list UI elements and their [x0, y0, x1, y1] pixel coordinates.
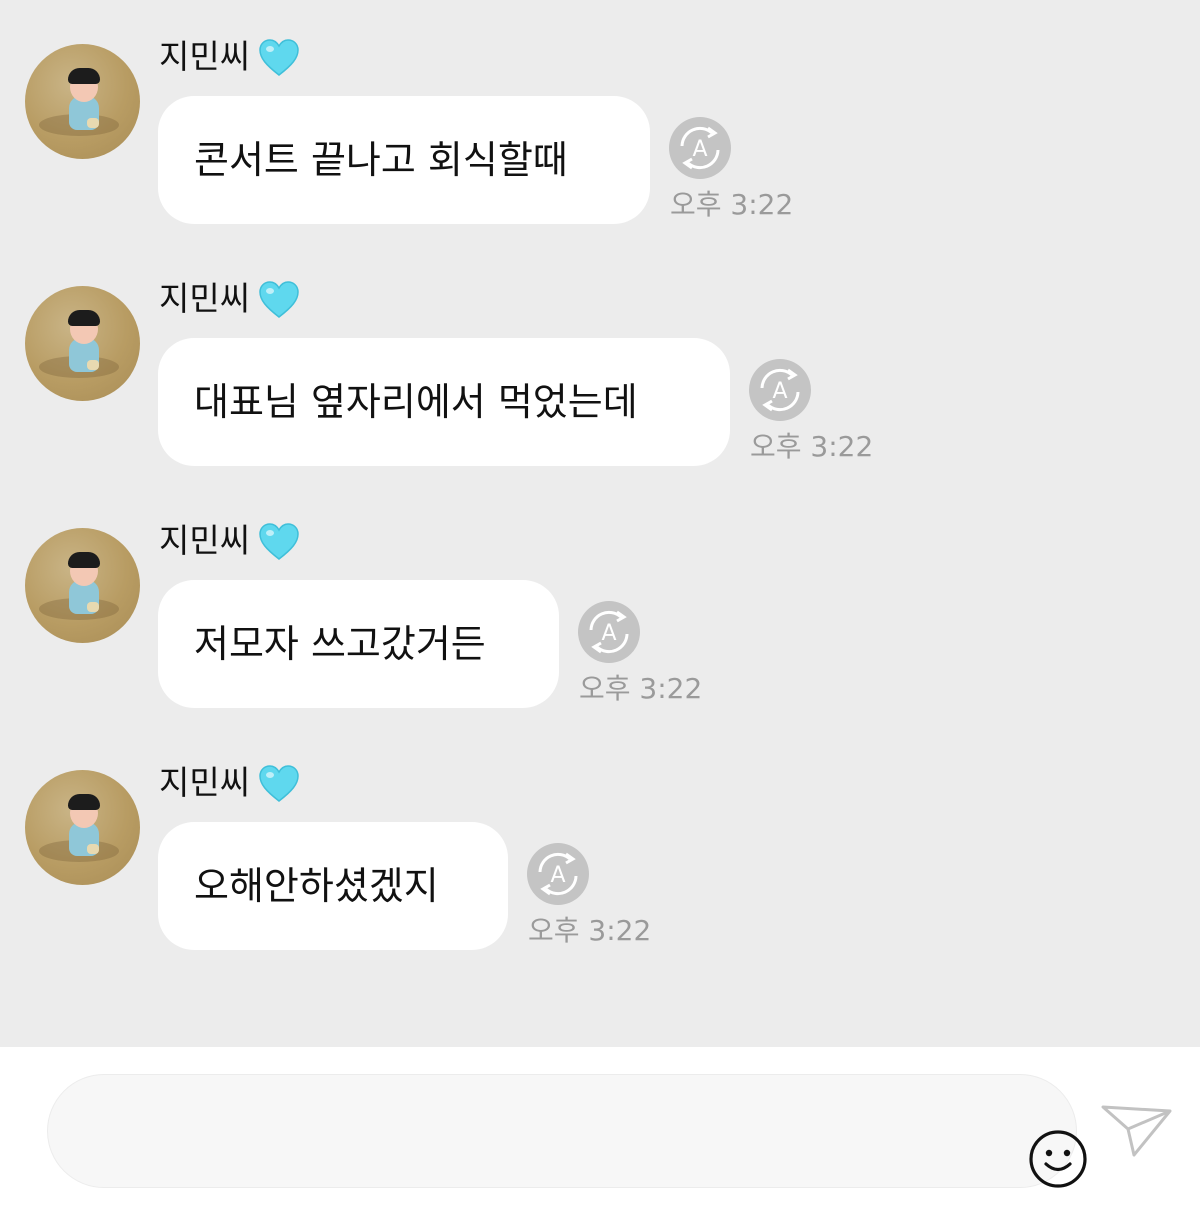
message-row: 지민씨 오해안하셨겠지 A 오후 3:22 — [0, 726, 1200, 968]
message-input[interactable] — [47, 1074, 1087, 1189]
message-bubble[interactable]: 오해안하셨겠지 — [158, 822, 508, 950]
message-bubble[interactable]: 콘서트 끝나고 회식할때 — [158, 96, 650, 224]
message-bubble[interactable]: 대표님 옆자리에서 먹었는데 — [158, 338, 730, 466]
message-composer — [0, 1047, 1200, 1212]
translate-icon[interactable]: A — [668, 116, 732, 180]
message-row: 지민씨 대표님 옆자리에서 먹었는데 A 오후 3:22 — [0, 242, 1200, 484]
avatar[interactable] — [25, 286, 140, 401]
message-input-value[interactable] — [88, 1075, 968, 1189]
paper-plane-icon[interactable] — [1100, 1099, 1174, 1159]
smiley-icon[interactable] — [1028, 1129, 1088, 1189]
svg-text:A: A — [550, 863, 565, 888]
translate-icon[interactable]: A — [748, 358, 812, 422]
light-blue-heart-icon — [259, 281, 299, 318]
avatar[interactable] — [25, 770, 140, 885]
message-timestamp: 오후 3:22 — [750, 430, 874, 463]
sender-name: 지민씨 — [159, 763, 251, 802]
sender-name: 지민씨 — [159, 37, 251, 76]
svg-text:A: A — [601, 621, 616, 646]
message-timestamp: 오후 3:22 — [670, 188, 794, 221]
message-row: 지민씨 콘서트 끝나고 회식할때 A 오후 3:22 — [0, 0, 1200, 242]
sender-name: 지민씨 — [159, 279, 251, 318]
message-row: 지민씨 저모자 쓰고갔거든 A 오후 3:22 — [0, 484, 1200, 726]
svg-text:A: A — [772, 379, 787, 404]
light-blue-heart-icon — [259, 765, 299, 802]
message-bubble[interactable]: 저모자 쓰고갔거든 — [158, 580, 559, 708]
light-blue-heart-icon — [259, 523, 299, 560]
translate-icon[interactable]: A — [577, 600, 641, 664]
sender-name: 지민씨 — [159, 521, 251, 560]
translate-icon[interactable]: A — [526, 842, 590, 906]
avatar[interactable] — [25, 44, 140, 159]
light-blue-heart-icon — [259, 39, 299, 76]
message-timestamp: 오후 3:22 — [579, 672, 703, 705]
message-timestamp: 오후 3:22 — [528, 914, 652, 947]
chat-message-list[interactable]: 지민씨 콘서트 끝나고 회식할때 A 오후 3:22 지민씨 대표님 옆자리에서… — [0, 0, 1200, 1047]
avatar[interactable] — [25, 528, 140, 643]
svg-text:A: A — [692, 137, 707, 162]
